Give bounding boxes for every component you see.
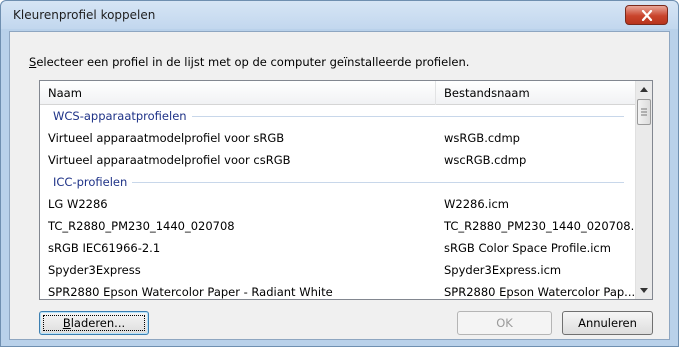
list-item[interactable]: Virtueel apparaatmodelprofiel voor csRGB… xyxy=(40,149,636,171)
vertical-scrollbar[interactable] xyxy=(635,81,652,299)
group-header-icc[interactable]: ICC-profielen xyxy=(40,171,636,193)
profile-name: Virtueel apparaatmodelprofiel voor sRGB xyxy=(48,131,285,145)
profile-name: TC_R2880_PM230_1440_020708 xyxy=(48,219,235,233)
grip-icon xyxy=(641,108,647,116)
list-header: Naam Bestandsnaam xyxy=(40,81,636,105)
profile-name: sRGB IEC61966-2.1 xyxy=(48,241,161,255)
list-body: WCS-apparaatprofielen Virtueel apparaatm… xyxy=(40,105,636,299)
profile-filename: wsRGB.cdmp xyxy=(444,131,520,145)
ok-button[interactable]: OK xyxy=(457,311,552,335)
profile-name: LG W2286 xyxy=(48,197,108,211)
group-header-wcs[interactable]: WCS-apparaatprofielen xyxy=(40,105,636,127)
column-header-filename[interactable]: Bestandsnaam xyxy=(436,81,636,105)
close-icon xyxy=(641,9,652,21)
focus-indicator xyxy=(43,315,145,331)
profile-filename: sRGB Color Space Profile.icm xyxy=(444,241,611,255)
profile-name: SPR2880 Epson Watercolor Paper - Radiant… xyxy=(48,285,333,299)
arrow-down-icon xyxy=(640,288,648,293)
group-label: ICC-profielen xyxy=(53,175,133,189)
scroll-up-button[interactable] xyxy=(636,81,652,98)
scrollbar-thumb[interactable] xyxy=(637,99,651,125)
cancel-button[interactable]: Annuleren xyxy=(562,311,653,335)
profile-filename: Spyder3Express.icm xyxy=(444,263,562,277)
scroll-down-button[interactable] xyxy=(636,282,652,299)
group-divider xyxy=(53,182,624,183)
profile-filename: wscRGB.cdmp xyxy=(444,153,527,167)
profile-filename: W2286.icm xyxy=(444,197,510,211)
profile-list[interactable]: Naam Bestandsnaam WCS-apparaatprofielen … xyxy=(39,80,653,300)
profile-filename: TC_R2880_PM230_1440_020708... xyxy=(444,219,634,233)
group-label: WCS-apparaatprofielen xyxy=(53,109,192,123)
title-bar: Kleurenprofiel koppelen xyxy=(1,1,678,29)
window-title: Kleurenprofiel koppelen xyxy=(13,8,156,22)
instruction-text: Selecteer een profiel in de lijst met op… xyxy=(29,55,470,69)
list-item[interactable]: LG W2286 W2286.icm xyxy=(40,193,636,215)
profile-name: Virtueel apparaatmodelprofiel voor csRGB xyxy=(48,153,291,167)
column-header-name[interactable]: Naam xyxy=(40,81,436,105)
list-item[interactable]: TC_R2880_PM230_1440_020708 TC_R2880_PM23… xyxy=(40,215,636,237)
close-button[interactable] xyxy=(625,5,668,25)
profile-name: Spyder3Express xyxy=(48,263,141,277)
list-item[interactable]: Virtueel apparaatmodelprofiel voor sRGB … xyxy=(40,127,636,149)
arrow-up-icon xyxy=(640,87,648,92)
profile-filename: SPR2880 Epson Watercolor Pap... xyxy=(444,285,634,299)
list-item[interactable]: SPR2880 Epson Watercolor Paper - Radiant… xyxy=(40,281,636,299)
list-item[interactable]: sRGB IEC61966-2.1 sRGB Color Space Profi… xyxy=(40,237,636,259)
list-item[interactable]: Spyder3Express Spyder3Express.icm xyxy=(40,259,636,281)
browse-button[interactable]: Bladeren... xyxy=(39,311,149,335)
